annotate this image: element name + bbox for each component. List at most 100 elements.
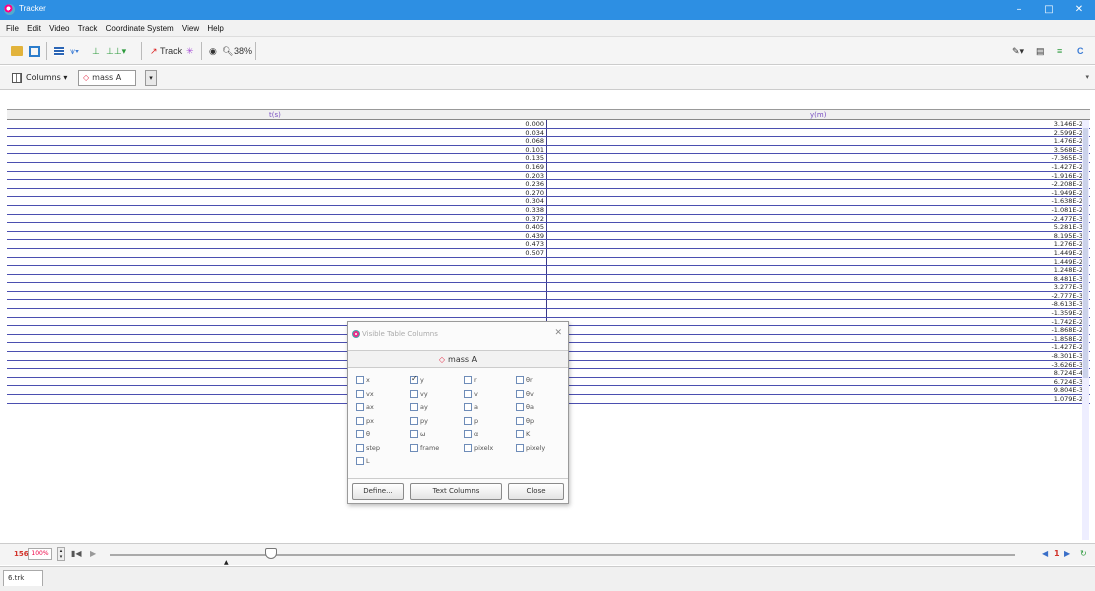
checkbox-column[interactable]: x (356, 376, 370, 385)
table-row[interactable]: 8.481E-3 (7, 274, 1090, 284)
checkbox-column[interactable]: K (516, 430, 530, 439)
checkbox-column[interactable]: θ (356, 430, 370, 439)
define-button[interactable]: Define... (352, 483, 404, 500)
scrollbar-thumb[interactable] (1083, 128, 1088, 378)
table-row[interactable]: 0.000 3.146E-2 (7, 120, 1090, 129)
table-row[interactable]: 0.034 2.599E-2 (7, 128, 1090, 138)
checkbox-box[interactable] (516, 416, 524, 425)
checkbox-column[interactable]: p (464, 416, 478, 426)
step-back-small-icon[interactable]: ◀ (1042, 549, 1048, 558)
checkbox-column[interactable]: ω (410, 430, 425, 439)
checkbox-box[interactable] (516, 430, 524, 438)
play-icon[interactable]: ▶ (90, 549, 96, 558)
table-row[interactable]: 0.169 -1.427E-2 (7, 162, 1090, 172)
checkbox-column[interactable]: a (464, 403, 478, 412)
column-header-t[interactable]: t(s) (269, 111, 281, 119)
tab-file[interactable]: 6.trk (3, 570, 43, 586)
green-bars-icon[interactable]: ≡ (1057, 43, 1062, 59)
dialog-close-button[interactable]: Close (508, 483, 564, 500)
frame-slider[interactable] (110, 554, 1015, 556)
checkbox-column[interactable]: vx (356, 389, 374, 399)
axes-icon[interactable]: ⩛▾ (70, 43, 79, 59)
slider-knob[interactable] (265, 548, 277, 559)
checkbox-box[interactable] (410, 443, 418, 452)
checkbox-box[interactable] (410, 430, 418, 438)
menu-video[interactable]: Video (46, 21, 72, 33)
magnifier-icon[interactable]: 🔍︎ (222, 43, 233, 59)
menu-file[interactable]: File (3, 21, 22, 33)
checkbox-column[interactable]: r (464, 376, 477, 385)
table-row[interactable]: 0.473 1.276E-2 (7, 240, 1090, 249)
checkbox-column[interactable]: y (410, 374, 424, 385)
checkbox-box[interactable] (356, 443, 364, 452)
zoom-spinner[interactable]: ▴ ▾ (57, 547, 65, 561)
checkbox-box[interactable] (464, 443, 472, 452)
checkbox-column[interactable]: θv (516, 389, 534, 399)
checkbox-box[interactable] (356, 416, 364, 425)
chevron-down-icon[interactable]: ▾ (1085, 73, 1089, 81)
checkbox-box[interactable] (464, 430, 472, 438)
checkbox-column[interactable]: α (464, 430, 478, 439)
checkbox-column[interactable]: θr (516, 376, 533, 385)
table-row[interactable]: 0.068 1.476E-2 (7, 137, 1090, 146)
table-row[interactable]: 0.338 -1.081E-2 (7, 205, 1090, 215)
checkbox-column[interactable]: py (410, 416, 428, 426)
track-dropdown-arrow[interactable]: ▾ (145, 70, 157, 86)
table-row[interactable]: 0.101 3.568E-3 (7, 145, 1090, 155)
table-row[interactable]: -8.613E-3 (7, 300, 1090, 310)
checkbox-box[interactable] (356, 376, 364, 384)
minimize-button[interactable]: – (1012, 3, 1026, 16)
menu-coordinate-system[interactable]: Coordinate System (103, 21, 177, 33)
menu-help[interactable]: Help (204, 21, 226, 33)
coordinate-axes-icon[interactable]: ⊥⊥▾ (106, 43, 126, 59)
checkbox-box[interactable] (410, 389, 418, 398)
checkbox-column[interactable]: frame (410, 443, 439, 453)
loop-icon[interactable]: ↻ (1080, 549, 1087, 558)
close-icon[interactable]: ✕ (554, 328, 562, 338)
checkbox-column[interactable]: px (356, 416, 374, 426)
checkbox-column[interactable]: pixely (516, 443, 545, 453)
table-row[interactable]: 0.270 -1.949E-2 (7, 188, 1090, 198)
table-row[interactable]: 0.203 -1.916E-2 (7, 171, 1090, 181)
checkbox-box[interactable] (464, 403, 472, 411)
checkbox-box[interactable] (410, 374, 418, 384)
video-zoom-field[interactable]: 100% (28, 548, 52, 560)
open-folder-icon[interactable] (11, 46, 23, 56)
close-window-button[interactable]: ✕ (1072, 3, 1086, 16)
column-header-y[interactable]: y(m) (810, 111, 826, 119)
notes-icon[interactable]: ▤ (1036, 43, 1045, 59)
checkbox-box[interactable] (464, 416, 472, 425)
table-row[interactable]: 3.277E-3 (7, 283, 1090, 292)
table-row[interactable]: 0.236 -2.208E-2 (7, 180, 1090, 189)
checkbox-column[interactable]: L (356, 457, 370, 466)
checkbox-column[interactable]: θp (516, 416, 534, 426)
table-row[interactable]: -2.777E-3 (7, 291, 1090, 301)
checkbox-column[interactable]: ax (356, 403, 374, 412)
step-back-icon[interactable]: ▮◀ (71, 549, 82, 558)
checkbox-box[interactable] (356, 430, 364, 438)
calibration-icon[interactable]: ⊥ (92, 43, 100, 59)
checkbox-box[interactable] (516, 443, 524, 452)
step-forward-icon[interactable]: ▶ (1064, 549, 1070, 558)
menu-track[interactable]: Track (75, 21, 101, 33)
table-row[interactable]: 1.449E-2 (7, 257, 1090, 267)
start-marker-icon[interactable]: ▲ (224, 559, 229, 566)
checkbox-box[interactable] (516, 389, 524, 398)
checkbox-column[interactable]: ay (410, 403, 428, 412)
save-icon[interactable] (29, 46, 40, 57)
columns-button[interactable]: Columns ▾ (10, 70, 71, 86)
checkbox-column[interactable]: vy (410, 389, 428, 399)
maximize-button[interactable]: □ (1042, 3, 1056, 16)
table-row[interactable]: 0.439 8.195E-3 (7, 231, 1090, 241)
table-row[interactable]: -1.359E-2 (7, 309, 1090, 318)
checkbox-box[interactable] (464, 376, 472, 384)
table-icon[interactable] (54, 47, 64, 56)
zoom-level[interactable]: 38% (234, 43, 252, 59)
table-row[interactable]: 0.372 -2.477E-3 (7, 214, 1090, 224)
checkbox-box[interactable] (410, 416, 418, 425)
checkbox-box[interactable] (464, 389, 472, 398)
table-row[interactable]: 0.507 1.449E-2 (7, 248, 1090, 258)
table-row[interactable]: 1.248E-2 (7, 266, 1090, 275)
checkbox-column[interactable]: θa (516, 403, 534, 412)
track-button[interactable]: Track (160, 43, 182, 59)
